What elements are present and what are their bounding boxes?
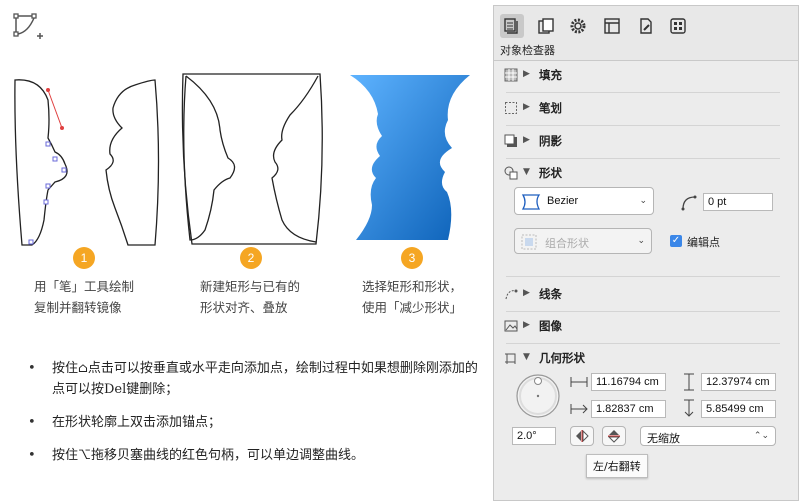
document-tab-icon[interactable] <box>534 14 558 38</box>
chevron-updown-icon: ⌄ <box>639 196 647 206</box>
combine-shapes-label: 组合形状 <box>545 237 589 250</box>
section-label: 线条 <box>539 287 562 301</box>
disclosure-triangle-icon[interactable]: ▶ <box>523 135 530 145</box>
y-position-icon <box>684 399 694 417</box>
gear-icon[interactable] <box>566 14 590 38</box>
file-edit-tab-icon[interactable] <box>634 14 658 38</box>
shape-type-value: Bezier <box>547 195 579 207</box>
disclosure-triangle-icon[interactable]: ▶ <box>523 69 530 79</box>
chevron-updown-icon: ⌃⌄ <box>753 431 769 441</box>
section-label: 笔划 <box>539 101 562 115</box>
divider <box>506 311 780 312</box>
corner-radius-field[interactable] <box>703 193 773 211</box>
section-image[interactable]: ▶ 图像 <box>494 314 798 338</box>
divider <box>506 343 780 344</box>
bezier-shape-icon <box>521 194 541 210</box>
section-label: 几何形状 <box>539 351 585 365</box>
divider <box>506 158 780 159</box>
pen-tool-icon <box>13 13 43 39</box>
divider <box>506 276 780 277</box>
inspector-toolbar: 对象检查器 <box>494 6 798 61</box>
object-inspector-panel: 对象检查器 ▶ 填充 ▶ 笔划 ▶ 阴影 ▼ 形状 Bezier ⌄ 组合形状 … <box>493 5 799 501</box>
arrange-tab-icon[interactable] <box>500 14 524 38</box>
vase-shape-step3 <box>350 75 470 240</box>
lines-icon <box>505 289 518 300</box>
divider <box>506 92 780 93</box>
disclosure-triangle-icon[interactable]: ▶ <box>523 320 530 330</box>
width-icon <box>570 377 588 387</box>
fill-icon <box>504 68 518 82</box>
edit-points-label: 编辑点 <box>687 236 720 249</box>
combine-shapes-popup[interactable]: 组合形状 ⌄ <box>514 228 652 254</box>
edit-points-checkbox[interactable]: ✓ <box>670 235 682 247</box>
y-position-field[interactable] <box>701 400 776 418</box>
layout-tab-icon[interactable] <box>600 14 624 38</box>
corner-radius-icon <box>681 195 697 211</box>
width-field[interactable] <box>591 373 666 391</box>
face-vase-illustration <box>14 73 470 246</box>
step-caption-1: 用「笔」工具绘制 复制并翻转镜像 <box>34 279 135 315</box>
height-icon <box>684 373 694 391</box>
section-label: 图像 <box>539 319 562 333</box>
scale-value: 无缩放 <box>647 432 680 445</box>
disclosure-triangle-icon[interactable]: ▼ <box>523 352 530 362</box>
rotation-field[interactable] <box>512 427 556 445</box>
flip-tooltip: 左/右翻转 <box>586 454 648 478</box>
flip-horizontal-button[interactable] <box>570 426 594 446</box>
grid-tab-icon[interactable] <box>666 14 690 38</box>
profile-drawing-step1 <box>14 79 160 246</box>
flip-vertical-button[interactable] <box>602 426 626 446</box>
disclosure-triangle-icon[interactable]: ▶ <box>523 288 530 298</box>
flip-vertical-icon <box>608 430 620 443</box>
tips-list: 按住⌂点击可以按垂直或水平走向添加点，绘制过程中如果想删除刚添加的点可以按Del… <box>28 358 478 478</box>
chevron-down-icon: ⌄ <box>637 236 645 246</box>
flip-horizontal-icon <box>576 430 589 442</box>
section-geometry[interactable]: ▼ 几何形状 <box>494 346 798 370</box>
stroke-icon <box>505 102 517 114</box>
disclosure-triangle-icon[interactable]: ▶ <box>523 102 530 112</box>
section-label: 填充 <box>539 68 562 82</box>
section-fill[interactable]: ▶ 填充 <box>494 63 798 87</box>
shadow-icon <box>504 134 517 147</box>
step-badge-1: 1 <box>73 247 95 269</box>
x-position-icon <box>570 404 588 414</box>
profile-rectangle-step2 <box>181 73 323 245</box>
section-label: 形状 <box>539 166 562 180</box>
section-shadow[interactable]: ▶ 阴影 <box>494 129 798 153</box>
step-badge-3: 3 <box>401 247 423 269</box>
geometry-icon <box>505 353 516 364</box>
disclosure-triangle-icon[interactable]: ▼ <box>523 167 530 177</box>
tip-item: 在形状轮廓上双击添加锚点； <box>28 412 478 433</box>
scale-popup[interactable]: 无缩放 ⌃⌄ <box>640 426 776 446</box>
step-caption-3: 选择矩形和形状， 使用「减少形状」 <box>362 279 463 315</box>
rotation-wheel[interactable] <box>514 372 562 420</box>
shape-icon <box>504 166 518 180</box>
divider <box>506 125 780 126</box>
step-caption-2: 新建矩形与已有的 形状对齐、叠放 <box>200 279 301 315</box>
section-shape[interactable]: ▼ 形状 <box>494 161 798 185</box>
section-label: 阴影 <box>539 134 562 148</box>
combine-shapes-icon <box>521 234 537 250</box>
height-field[interactable] <box>701 373 776 391</box>
shape-type-popup[interactable]: Bezier ⌄ <box>514 187 654 215</box>
tip-item: 按住⌂点击可以按垂直或水平走向添加点，绘制过程中如果想删除刚添加的点可以按Del… <box>28 358 478 400</box>
inspector-title: 对象检查器 <box>500 44 555 57</box>
section-stroke[interactable]: ▶ 笔划 <box>494 96 798 120</box>
tip-item: 按住⌥拖移贝塞曲线的红色句柄，可以单边调整曲线。 <box>28 445 478 466</box>
x-position-field[interactable] <box>591 400 666 418</box>
section-lines[interactable]: ▶ 线条 <box>494 282 798 306</box>
image-icon <box>504 320 518 332</box>
step-badge-2: 2 <box>240 247 262 269</box>
